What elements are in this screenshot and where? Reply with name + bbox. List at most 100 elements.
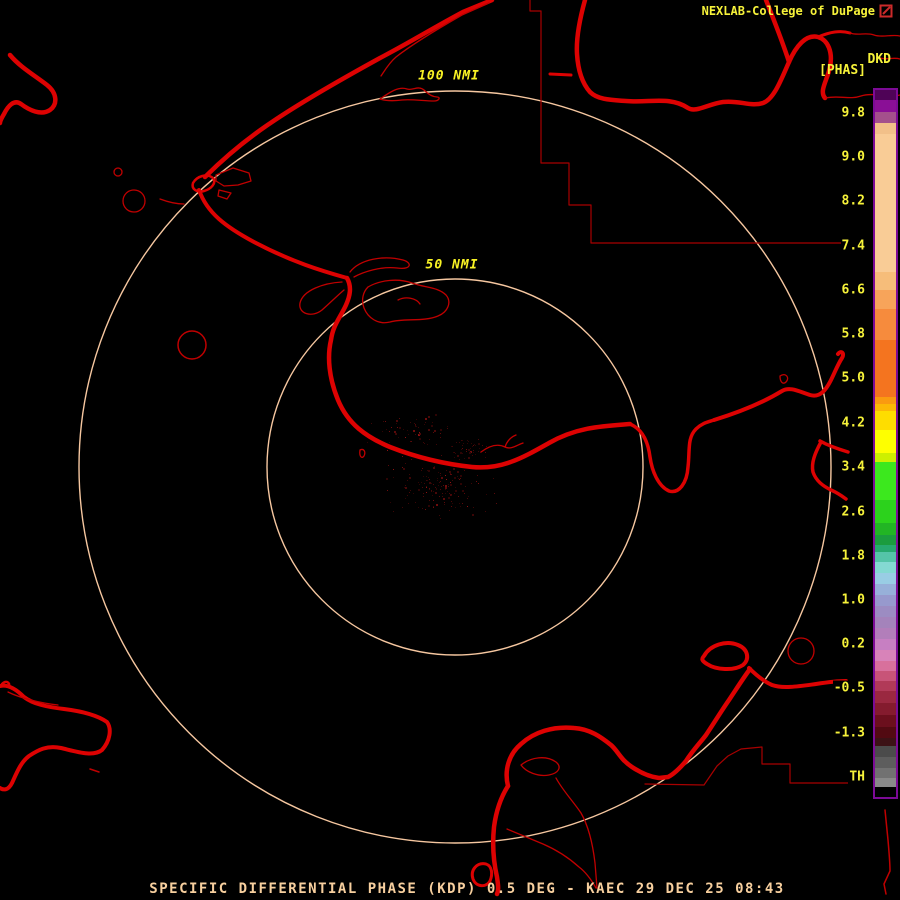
kdp-echo-pixel xyxy=(415,502,416,503)
kdp-echo-pixel xyxy=(479,448,480,449)
kdp-echo-pixel xyxy=(467,440,468,441)
colorbar-tick-label: 2.6 xyxy=(840,504,866,520)
kdp-echo-pixel xyxy=(426,492,427,493)
coastline-path xyxy=(397,297,421,305)
kdp-echo-pixel xyxy=(438,485,439,486)
kdp-echo-pixel xyxy=(429,482,431,484)
kdp-echo-pixel xyxy=(468,457,470,459)
kdp-echo-pixel xyxy=(441,486,442,487)
kdp-echo-pixel xyxy=(429,439,430,440)
kdp-echo-pixel xyxy=(428,429,430,431)
coastline-path xyxy=(779,374,789,384)
kdp-echo-pixel xyxy=(452,446,453,447)
kdp-echo-pixel xyxy=(393,477,394,478)
kdp-echo-pixel xyxy=(448,486,449,487)
kdp-echo-pixel xyxy=(436,489,437,490)
kdp-echo-pixel xyxy=(478,483,479,484)
colorbar-segment xyxy=(875,404,896,411)
kdp-echo-pixel xyxy=(433,467,435,469)
kdp-echo-pixel xyxy=(402,456,403,457)
kdp-echo-pixel xyxy=(467,498,468,499)
kdp-echo-pixel xyxy=(437,480,438,481)
kdp-echo-pixel xyxy=(425,422,426,423)
colorbar-segment xyxy=(875,573,896,584)
kdp-echo-pixel xyxy=(403,468,405,470)
kdp-echo-pixel xyxy=(371,423,372,424)
colorbar-segment xyxy=(875,606,896,617)
kdp-echo-pixel xyxy=(435,492,437,494)
coastline-path xyxy=(883,809,891,895)
kdp-echo-pixel xyxy=(395,433,397,435)
coastline-path xyxy=(299,281,345,315)
colorbar-segment xyxy=(875,397,896,404)
colorbar-segment xyxy=(875,100,896,112)
colorbar-segment xyxy=(875,757,896,768)
radar-display: NEXLAB-College of DuPage DKD [PHAS] 9.8 9… xyxy=(0,0,900,900)
kdp-echo-pixel xyxy=(415,424,416,425)
kdp-echo-pixel xyxy=(460,483,462,485)
kdp-echo-pixel xyxy=(438,472,439,473)
kdp-echo-pixel xyxy=(460,506,461,507)
kdp-echo-pixel xyxy=(399,427,401,429)
kdp-echo-pixel xyxy=(433,484,434,485)
kdp-echo-pixel xyxy=(433,506,434,507)
colorbar-tick-label: 4.2 xyxy=(840,415,866,431)
kdp-echo-pixel xyxy=(431,491,432,492)
colorbar-tick-label: 0.2 xyxy=(840,636,866,652)
kdp-echo-pixel xyxy=(411,459,412,460)
kdp-echo-pixel xyxy=(431,483,432,484)
kdp-echo-pixel xyxy=(441,477,443,479)
kdp-echo-pixel xyxy=(444,502,445,503)
kdp-echo-pixel xyxy=(419,433,421,435)
kdp-echo-pixel xyxy=(475,445,476,446)
kdp-echo-pixel xyxy=(468,496,469,497)
colorbar-segment xyxy=(875,746,896,757)
kdp-echo-pixel xyxy=(459,503,460,504)
kdp-echo-pixel xyxy=(485,457,486,458)
kdp-echo-pixel xyxy=(440,473,441,474)
kdp-echo-pixel xyxy=(432,495,433,496)
kdp-echo-pixel xyxy=(409,492,410,493)
kdp-echo-pixel xyxy=(423,496,424,497)
product-code: DKD xyxy=(867,52,891,67)
kdp-echo-pixel xyxy=(390,502,391,503)
coastline-path xyxy=(849,32,900,37)
kdp-echo-pixel xyxy=(418,489,420,491)
colorbar-segment xyxy=(875,535,896,545)
kdp-echo-pixel xyxy=(486,446,487,447)
kdp-echo-pixel xyxy=(462,445,463,446)
kdp-echo-pixel xyxy=(428,477,429,478)
colorbar-tick-label: 9.0 xyxy=(840,149,866,165)
colorbar-segment xyxy=(875,545,896,552)
kdp-echo-pixel xyxy=(457,455,459,457)
colorbar-segment xyxy=(875,691,896,703)
kdp-echo-pixel xyxy=(450,473,451,474)
kdp-echo-pixel xyxy=(442,493,443,494)
kdp-echo-pixel xyxy=(409,474,410,475)
coastline-path xyxy=(555,777,598,889)
kdp-echo-pixel xyxy=(429,500,430,501)
kdp-echo-pixel xyxy=(478,451,479,452)
kdp-echo-pixel xyxy=(423,493,424,494)
kdp-echo-pixel xyxy=(433,432,434,433)
kdp-echo-pixel xyxy=(413,493,414,494)
kdp-echo-pixel xyxy=(393,469,394,470)
kdp-echo-pixel xyxy=(415,426,416,427)
kdp-echo-pixel xyxy=(455,507,456,508)
kdp-echo-pixel xyxy=(459,459,460,460)
kdp-echo-pixel xyxy=(410,490,411,491)
colorbar-segment xyxy=(875,661,896,671)
colorbar-segment xyxy=(875,768,896,778)
kdp-echo-pixel xyxy=(445,487,447,489)
kdp-echo-pixel xyxy=(411,441,412,442)
kdp-echo-pixel xyxy=(467,506,468,507)
colorbar-segment xyxy=(875,584,896,595)
kdp-echo-pixel xyxy=(462,503,463,504)
kdp-echo-pixel xyxy=(462,453,463,454)
coastline-path xyxy=(816,30,852,39)
kdp-echo-pixel xyxy=(429,489,430,490)
coastline-path xyxy=(215,167,252,187)
kdp-echo-pixel xyxy=(461,449,462,450)
kdp-echo-pixel xyxy=(443,485,444,486)
kdp-echo-pixel xyxy=(391,427,392,428)
